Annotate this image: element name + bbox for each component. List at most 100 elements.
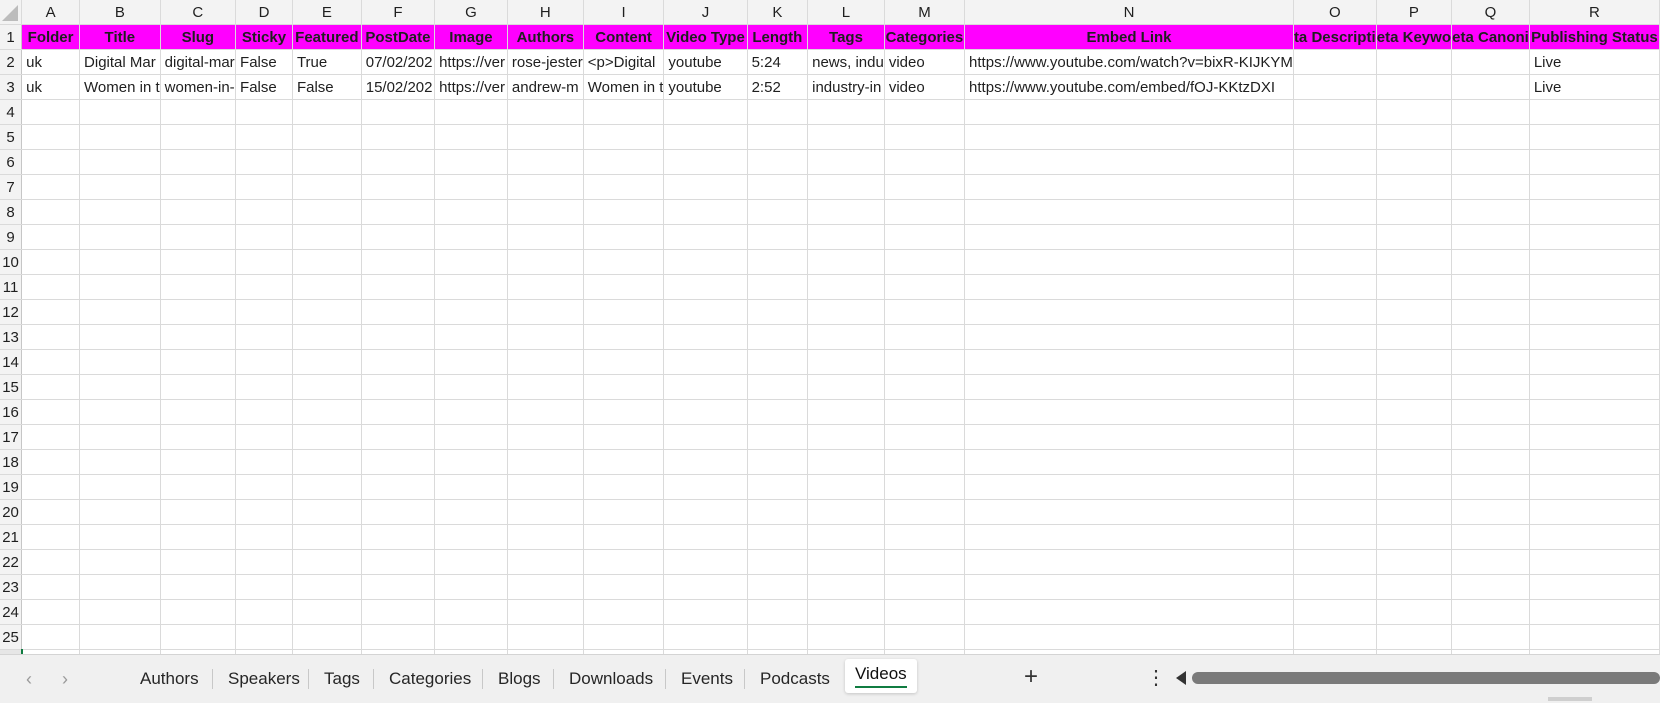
empty-cell[interactable]: [1451, 524, 1530, 550]
empty-cell[interactable]: [292, 249, 362, 275]
empty-cell[interactable]: [235, 274, 293, 300]
column-header-l[interactable]: L: [807, 0, 885, 25]
empty-cell[interactable]: [1529, 574, 1660, 600]
column-header-p[interactable]: P: [1376, 0, 1453, 25]
empty-cell[interactable]: [21, 274, 81, 300]
empty-cell[interactable]: [884, 224, 966, 250]
empty-cell[interactable]: [434, 324, 508, 350]
empty-cell[interactable]: [79, 249, 161, 275]
empty-cell[interactable]: [361, 374, 436, 400]
empty-cell[interactable]: [1529, 449, 1660, 475]
empty-cell[interactable]: [160, 249, 237, 275]
empty-cell[interactable]: [434, 524, 508, 550]
empty-cell[interactable]: [1451, 549, 1530, 575]
empty-cell[interactable]: [361, 474, 436, 500]
row-header[interactable]: 21: [0, 524, 23, 550]
empty-cell[interactable]: [583, 224, 665, 250]
empty-cell[interactable]: [1451, 574, 1530, 600]
data-cell[interactable]: https://www.youtube.com/watch?v=bixR-KIJ…: [964, 49, 1294, 75]
empty-cell[interactable]: [79, 624, 161, 650]
sheet-tab-videos[interactable]: Videos: [845, 659, 917, 693]
data-cell[interactable]: women-in-: [160, 74, 237, 100]
empty-cell[interactable]: [361, 224, 436, 250]
empty-cell[interactable]: [1293, 149, 1377, 175]
data-cell[interactable]: [1293, 74, 1377, 100]
column-header-g[interactable]: G: [434, 0, 508, 25]
empty-cell[interactable]: [747, 299, 809, 325]
empty-cell[interactable]: [21, 449, 81, 475]
empty-cell[interactable]: [583, 574, 665, 600]
empty-cell[interactable]: [747, 274, 809, 300]
empty-cell[interactable]: [663, 499, 748, 525]
empty-cell[interactable]: [663, 274, 748, 300]
empty-cell[interactable]: [79, 524, 161, 550]
empty-cell[interactable]: [434, 224, 508, 250]
empty-cell[interactable]: [583, 124, 665, 150]
empty-cell[interactable]: [1451, 399, 1530, 425]
data-cell[interactable]: Digital Mar: [79, 49, 161, 75]
empty-cell[interactable]: [1376, 599, 1453, 625]
empty-cell[interactable]: [1529, 249, 1660, 275]
empty-cell[interactable]: [361, 249, 436, 275]
empty-cell[interactable]: [807, 374, 885, 400]
empty-cell[interactable]: [747, 449, 809, 475]
header-cell-f[interactable]: PostDate: [361, 24, 436, 50]
empty-cell[interactable]: [292, 624, 362, 650]
empty-cell[interactable]: [160, 374, 237, 400]
empty-cell[interactable]: [361, 449, 436, 475]
data-cell[interactable]: Women in t: [79, 74, 161, 100]
header-cell-e[interactable]: Featured: [292, 24, 362, 50]
empty-cell[interactable]: [507, 524, 584, 550]
column-header-a[interactable]: A: [21, 0, 81, 25]
empty-cell[interactable]: [361, 599, 436, 625]
header-cell-h[interactable]: Authors: [507, 24, 584, 50]
empty-cell[interactable]: [79, 174, 161, 200]
data-cell[interactable]: https://ver: [434, 74, 508, 100]
data-cell[interactable]: video: [884, 74, 966, 100]
empty-cell[interactable]: [747, 349, 809, 375]
row-header[interactable]: 8: [0, 199, 23, 225]
empty-cell[interactable]: [292, 374, 362, 400]
empty-cell[interactable]: [1529, 124, 1660, 150]
empty-cell[interactable]: [663, 624, 748, 650]
empty-cell[interactable]: [434, 174, 508, 200]
header-cell-b[interactable]: Title: [79, 24, 161, 50]
empty-cell[interactable]: [964, 599, 1294, 625]
empty-cell[interactable]: [1451, 149, 1530, 175]
empty-cell[interactable]: [21, 324, 81, 350]
empty-cell[interactable]: [507, 99, 584, 125]
column-header-d[interactable]: D: [235, 0, 293, 25]
data-cell[interactable]: [1376, 74, 1453, 100]
empty-cell[interactable]: [361, 324, 436, 350]
empty-cell[interactable]: [807, 199, 885, 225]
data-cell[interactable]: 5:24: [747, 49, 809, 75]
header-cell-m[interactable]: Categories: [884, 24, 966, 50]
empty-cell[interactable]: [747, 624, 809, 650]
empty-cell[interactable]: [1293, 324, 1377, 350]
empty-cell[interactable]: [884, 199, 966, 225]
empty-cell[interactable]: [79, 224, 161, 250]
data-cell[interactable]: digital-mar: [160, 49, 237, 75]
data-cell[interactable]: True: [292, 49, 362, 75]
empty-cell[interactable]: [79, 274, 161, 300]
empty-cell[interactable]: [21, 474, 81, 500]
empty-cell[interactable]: [964, 374, 1294, 400]
empty-cell[interactable]: [235, 449, 293, 475]
empty-cell[interactable]: [1293, 174, 1377, 200]
empty-cell[interactable]: [160, 324, 237, 350]
empty-cell[interactable]: [235, 524, 293, 550]
empty-cell[interactable]: [807, 324, 885, 350]
column-header-f[interactable]: F: [361, 0, 436, 25]
empty-cell[interactable]: [21, 599, 81, 625]
empty-cell[interactable]: [964, 624, 1294, 650]
scroll-left-arrow-icon[interactable]: [1176, 671, 1186, 685]
header-cell-c[interactable]: Slug: [160, 24, 237, 50]
empty-cell[interactable]: [1293, 524, 1377, 550]
empty-cell[interactable]: [160, 174, 237, 200]
empty-cell[interactable]: [747, 249, 809, 275]
empty-cell[interactable]: [160, 449, 237, 475]
column-header-k[interactable]: K: [747, 0, 809, 25]
empty-cell[interactable]: [507, 324, 584, 350]
empty-cell[interactable]: [1529, 99, 1660, 125]
sheet-tab-events[interactable]: Events: [681, 666, 733, 692]
